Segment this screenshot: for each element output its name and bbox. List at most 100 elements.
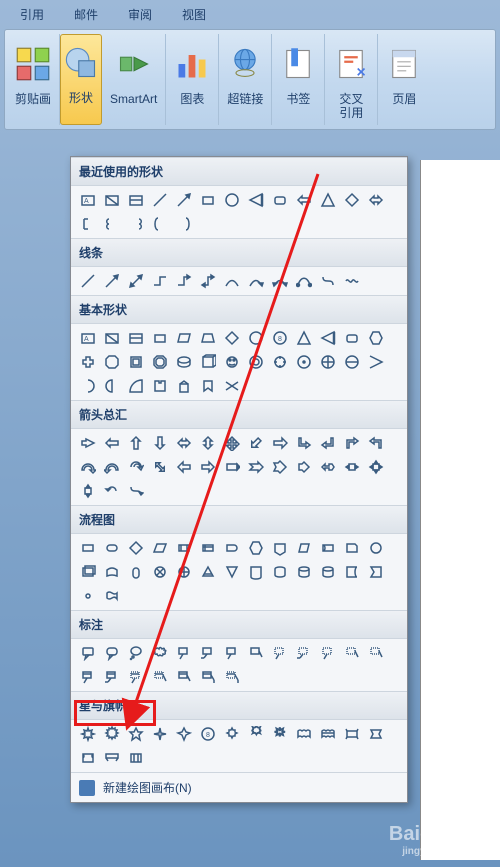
tab-review[interactable]: 审阅 <box>128 6 152 23</box>
shape-option[interactable] <box>149 351 171 373</box>
shape-option[interactable] <box>149 327 171 349</box>
shape-option[interactable] <box>221 432 243 454</box>
shape-option[interactable] <box>173 432 195 454</box>
shape-option[interactable] <box>125 432 147 454</box>
shape-option[interactable] <box>125 189 147 211</box>
shape-option[interactable] <box>125 456 147 478</box>
shape-option[interactable] <box>101 537 123 559</box>
shape-option[interactable] <box>341 432 363 454</box>
shape-option[interactable] <box>125 666 147 688</box>
shape-option[interactable] <box>365 456 387 478</box>
shape-option[interactable] <box>173 666 195 688</box>
shape-option[interactable] <box>197 189 219 211</box>
shape-option[interactable] <box>221 327 243 349</box>
ribbon-bookmark[interactable]: 书签 <box>272 34 325 125</box>
shape-option[interactable] <box>221 723 243 745</box>
shape-option[interactable] <box>341 327 363 349</box>
shape-option[interactable] <box>197 432 219 454</box>
shape-option[interactable] <box>77 456 99 478</box>
shape-option[interactable] <box>245 189 267 211</box>
shape-option[interactable] <box>221 456 243 478</box>
shape-option[interactable] <box>101 666 123 688</box>
shape-option[interactable] <box>365 561 387 583</box>
shape-option[interactable] <box>221 375 243 397</box>
shape-option[interactable] <box>77 432 99 454</box>
shape-option[interactable] <box>125 351 147 373</box>
shape-option[interactable] <box>173 537 195 559</box>
shape-option[interactable] <box>101 456 123 478</box>
tab-mail[interactable]: 邮件 <box>74 6 98 23</box>
shape-option[interactable] <box>197 327 219 349</box>
shape-option[interactable]: 8 <box>269 327 291 349</box>
shape-option[interactable] <box>293 642 315 664</box>
shape-option[interactable] <box>269 189 291 211</box>
shape-option[interactable] <box>293 456 315 478</box>
shape-option[interactable] <box>101 213 123 235</box>
shape-option[interactable] <box>125 480 147 502</box>
shape-option[interactable] <box>317 270 339 292</box>
ribbon-header[interactable]: 页眉 <box>378 34 430 125</box>
shape-option[interactable] <box>269 456 291 478</box>
shape-option[interactable] <box>77 747 99 769</box>
shape-option[interactable] <box>365 537 387 559</box>
tab-view[interactable]: 视图 <box>182 6 206 23</box>
shape-option[interactable] <box>317 432 339 454</box>
shape-option[interactable] <box>245 270 267 292</box>
shape-option[interactable] <box>77 213 99 235</box>
ribbon-shapes[interactable]: 形状 <box>60 34 102 125</box>
shape-option[interactable] <box>173 375 195 397</box>
shape-option[interactable] <box>101 270 123 292</box>
shape-option[interactable]: A <box>77 327 99 349</box>
shape-option[interactable] <box>365 189 387 211</box>
shape-option[interactable] <box>245 432 267 454</box>
shape-option[interactable] <box>197 537 219 559</box>
shape-option[interactable] <box>101 327 123 349</box>
shape-option[interactable] <box>317 723 339 745</box>
shape-option[interactable] <box>101 189 123 211</box>
shape-option[interactable] <box>149 270 171 292</box>
shape-option[interactable] <box>293 327 315 349</box>
shape-option[interactable] <box>221 561 243 583</box>
shape-option[interactable] <box>173 213 195 235</box>
shape-option[interactable] <box>149 666 171 688</box>
shape-option[interactable] <box>317 327 339 349</box>
shape-option[interactable] <box>77 642 99 664</box>
shape-option[interactable] <box>365 351 387 373</box>
shape-option[interactable] <box>125 375 147 397</box>
shape-option[interactable] <box>341 456 363 478</box>
shape-option[interactable] <box>269 642 291 664</box>
shape-option[interactable] <box>269 270 291 292</box>
shape-option[interactable] <box>149 537 171 559</box>
shape-option[interactable] <box>341 561 363 583</box>
shape-option[interactable] <box>341 723 363 745</box>
shape-option[interactable] <box>317 456 339 478</box>
shape-option[interactable] <box>77 375 99 397</box>
ribbon-crossref[interactable]: 交叉 引用 <box>325 34 378 125</box>
shape-option[interactable] <box>293 723 315 745</box>
shape-option[interactable] <box>245 642 267 664</box>
shape-option[interactable] <box>173 189 195 211</box>
shape-option[interactable] <box>125 747 147 769</box>
shape-option[interactable] <box>101 585 123 607</box>
shape-option[interactable] <box>77 537 99 559</box>
shape-option[interactable] <box>101 561 123 583</box>
shape-option[interactable] <box>149 561 171 583</box>
shape-option[interactable] <box>365 642 387 664</box>
shape-option[interactable] <box>197 561 219 583</box>
shape-option[interactable] <box>101 375 123 397</box>
shape-option[interactable] <box>173 642 195 664</box>
shape-option[interactable]: A <box>77 189 99 211</box>
shape-option[interactable] <box>221 189 243 211</box>
shape-option[interactable] <box>221 537 243 559</box>
shape-option[interactable] <box>101 723 123 745</box>
shape-option[interactable] <box>293 351 315 373</box>
shape-option[interactable] <box>293 270 315 292</box>
shape-option[interactable] <box>77 666 99 688</box>
shape-option[interactable] <box>173 561 195 583</box>
shape-option[interactable] <box>245 351 267 373</box>
shape-option[interactable] <box>221 351 243 373</box>
shape-option[interactable] <box>221 642 243 664</box>
shape-option[interactable] <box>197 666 219 688</box>
shape-option[interactable] <box>341 537 363 559</box>
ribbon-smartart[interactable]: SmartArt <box>102 34 166 125</box>
